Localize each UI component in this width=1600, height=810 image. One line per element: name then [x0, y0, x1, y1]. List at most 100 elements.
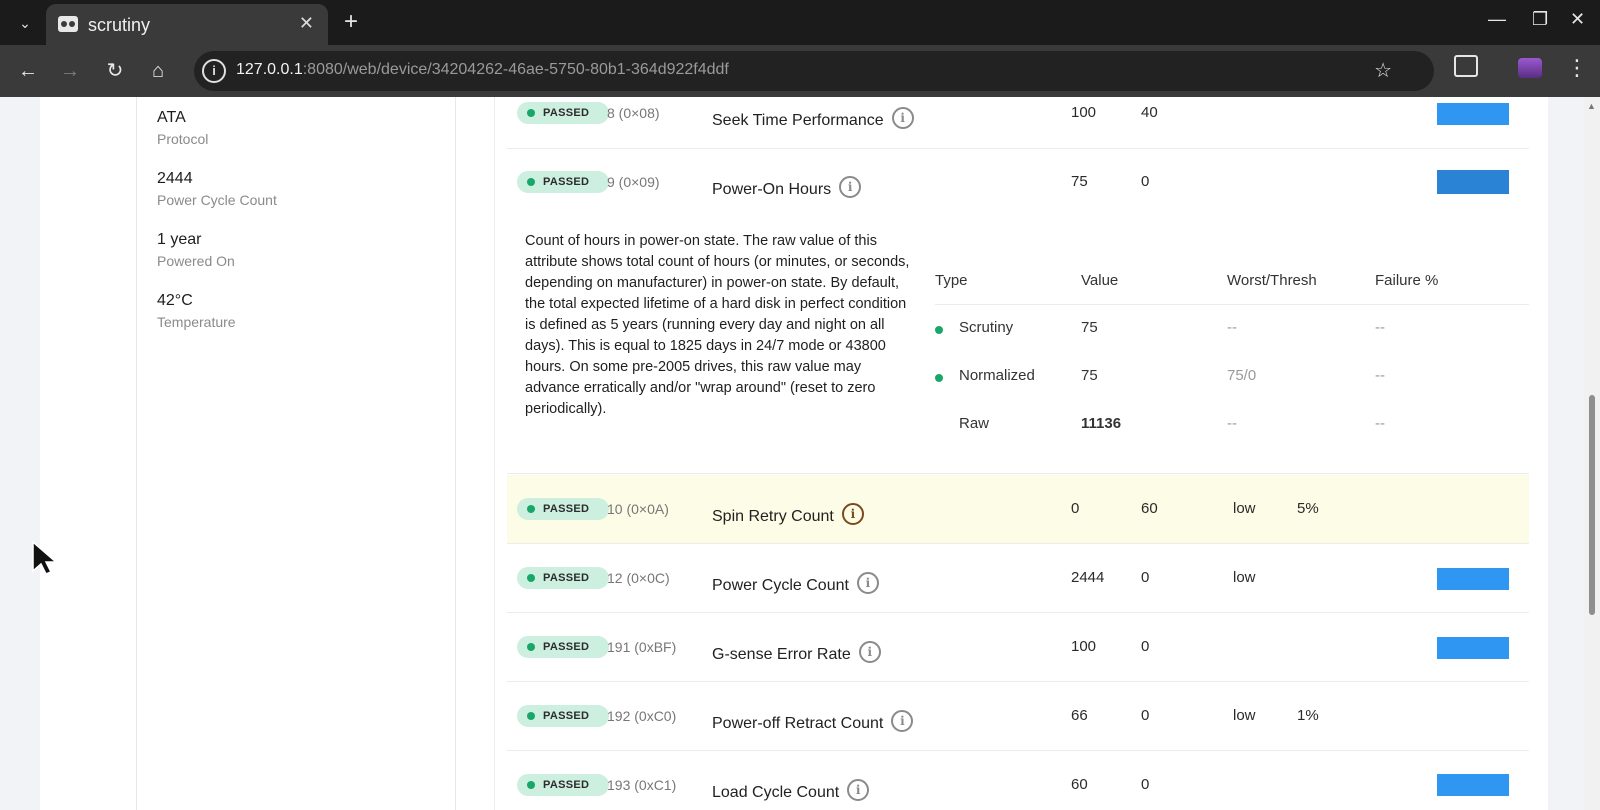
browser-tab-bar: ⌄ scrutiny ✕ + — ❐ ✕ — [0, 0, 1600, 45]
info-circle-icon[interactable]: i — [891, 107, 914, 129]
table-row[interactable]: PASSED 10 (0×0A) Spin Retry Count i 0 60 … — [507, 475, 1529, 544]
attribute-name: G-sense Error Rate i — [712, 641, 881, 664]
detail-worst: 75/0 — [1227, 367, 1257, 384]
attribute-name: Power-off Retract Count i — [712, 710, 914, 733]
attribute-id: 10 (0×0A) — [607, 501, 669, 517]
device-info-panel: ATA Protocol 2444 Power Cycle Count 1 ye… — [136, 97, 456, 810]
detail-header-value: Value — [1081, 272, 1119, 289]
home-icon[interactable]: ⌂ — [144, 57, 172, 85]
table-row[interactable]: PASSED 12 (0×0C) Power Cycle Count i 2444… — [507, 544, 1529, 613]
attribute-id: 193 (0xC1) — [607, 777, 677, 793]
detail-value: 75 — [1081, 367, 1098, 384]
page-scrollbar[interactable]: ▲ — [1584, 97, 1600, 810]
scroll-up-arrow-icon[interactable]: ▲ — [1587, 101, 1596, 111]
status-badge: PASSED — [517, 102, 609, 124]
table-row[interactable]: PASSED 9 (0×09) Power-On Hours i 75 0 — [507, 149, 1529, 212]
info-circle-icon[interactable]: i — [847, 779, 870, 801]
detail-value: 75 — [1081, 319, 1098, 336]
attribute-threshold: low — [1233, 500, 1256, 517]
info-temperature: 42°C Temperature — [157, 292, 236, 330]
status-dot-icon — [935, 374, 943, 382]
site-info-icon[interactable]: i — [202, 59, 226, 83]
back-arrow-icon[interactable]: ← — [14, 57, 42, 85]
attribute-value: 60 — [1071, 776, 1088, 793]
status-dot-icon — [935, 326, 943, 334]
attribute-description: Count of hours in power-on state. The ra… — [525, 233, 910, 417]
attribute-value: 2444 — [1071, 569, 1105, 586]
info-circle-icon[interactable]: i — [891, 710, 914, 732]
device-details-card: ATA Protocol 2444 Power Cycle Count 1 ye… — [40, 97, 1548, 810]
info-power-cycle-count: 2444 Power Cycle Count — [157, 170, 277, 208]
scroll-thumb[interactable] — [1589, 395, 1595, 615]
info-circle-icon[interactable]: i — [856, 572, 879, 594]
table-row[interactable]: PASSED 192 (0xC0) Power-off Retract Coun… — [507, 682, 1529, 751]
restore-icon[interactable]: ❐ — [1532, 9, 1548, 30]
attribute-value: 0 — [1071, 500, 1080, 517]
page-content: ATA Protocol 2444 Power Cycle Count 1 ye… — [0, 97, 1600, 810]
attribute-threshold: low — [1233, 707, 1256, 724]
attribute-worst: 0 — [1141, 569, 1150, 586]
attribute-name: Power Cycle Count i — [712, 572, 879, 595]
attribute-worst: 0 — [1141, 707, 1150, 724]
status-badge: PASSED — [517, 171, 609, 193]
detail-type: Normalized — [959, 367, 1035, 384]
attribute-failure-rate: 5% — [1297, 500, 1319, 517]
tab-title: scrutiny — [88, 15, 151, 35]
info-powered-on: 1 year Powered On — [157, 231, 235, 269]
info-circle-icon[interactable]: i — [839, 176, 862, 198]
history-bar — [1437, 637, 1509, 659]
extensions-icon[interactable] — [1454, 55, 1478, 77]
table-row[interactable]: PASSED 191 (0xBF) G-sense Error Rate i 10… — [507, 613, 1529, 682]
reload-icon[interactable]: ↻ — [101, 57, 129, 85]
detail-worst: -- — [1227, 415, 1237, 432]
url-text[interactable]: 127.0.0.1:8080/web/device/34204262-46ae-… — [236, 61, 729, 79]
history-bar — [1437, 170, 1509, 194]
profile-avatar[interactable] — [1518, 58, 1542, 78]
new-tab-plus-icon[interactable]: + — [344, 8, 358, 36]
table-row[interactable]: PASSED 193 (0xC1) Load Cycle Count i 60 0 — [507, 751, 1529, 810]
detail-value: 11136 — [1081, 415, 1122, 432]
tab-list-chevron-icon[interactable]: ⌄ — [14, 12, 36, 34]
attribute-id: 191 (0xBF) — [607, 639, 677, 655]
detail-type: Scrutiny — [959, 319, 1014, 336]
attribute-id: 8 (0×08) — [607, 105, 660, 121]
status-badge: PASSED — [517, 774, 609, 796]
attribute-worst: 0 — [1141, 173, 1150, 190]
browser-toolbar: ← → ↻ ⌂ i 127.0.0.1:8080/web/device/3420… — [0, 45, 1600, 97]
browser-tab[interactable]: scrutiny ✕ — [46, 4, 328, 45]
attribute-id: 9 (0×09) — [607, 174, 660, 190]
address-bar[interactable]: i 127.0.0.1:8080/web/device/34204262-46a… — [194, 51, 1434, 91]
status-badge: PASSED — [517, 567, 609, 589]
attribute-value: 75 — [1071, 173, 1088, 190]
attribute-id: 12 (0×0C) — [607, 570, 670, 586]
info-protocol: ATA Protocol — [157, 109, 209, 147]
info-circle-icon[interactable]: i — [841, 503, 864, 525]
detail-header-failure: Failure % — [1375, 272, 1439, 289]
tab-close-icon[interactable]: ✕ — [299, 13, 314, 34]
attribute-name: Power-On Hours i — [712, 176, 862, 199]
attribute-name: Seek Time Performance i — [712, 107, 914, 130]
window-close-icon[interactable]: ✕ — [1570, 9, 1585, 30]
status-badge: PASSED — [517, 498, 609, 520]
browser-menu-icon[interactable]: ⋮ — [1566, 57, 1588, 79]
detail-divider — [935, 304, 1529, 305]
table-row[interactable]: PASSED 8 (0×08) Seek Time Performance i 1… — [507, 97, 1529, 149]
attribute-value: 66 — [1071, 707, 1088, 724]
scrutiny-favicon-icon — [58, 16, 78, 32]
info-circle-icon[interactable]: i — [858, 641, 881, 663]
detail-failure: -- — [1375, 367, 1385, 384]
forward-arrow-icon[interactable]: → — [56, 57, 84, 85]
attribute-name: Spin Retry Count i — [712, 503, 864, 526]
attribute-worst: 0 — [1141, 638, 1150, 655]
attribute-detail-panel: Count of hours in power-on state. The ra… — [507, 212, 1529, 474]
attribute-worst: 60 — [1141, 500, 1158, 517]
attribute-threshold: low — [1233, 569, 1256, 586]
detail-header-type: Type — [935, 272, 968, 289]
attribute-worst: 0 — [1141, 776, 1150, 793]
history-bar — [1437, 568, 1509, 590]
attribute-value: 100 — [1071, 104, 1097, 121]
attribute-name: Load Cycle Count i — [712, 779, 870, 802]
detail-type: Raw — [959, 415, 990, 432]
minimize-icon[interactable]: — — [1488, 9, 1506, 30]
bookmark-star-icon[interactable]: ☆ — [1374, 58, 1392, 83]
